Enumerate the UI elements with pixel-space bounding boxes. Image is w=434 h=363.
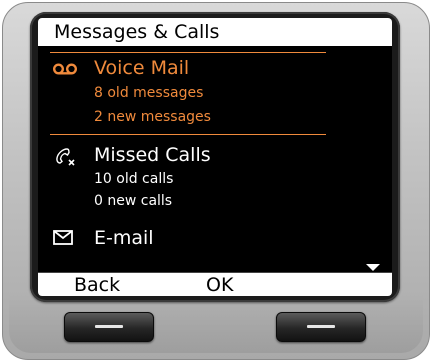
email-title: E-mail	[94, 227, 154, 249]
voicemail-icon	[52, 58, 78, 78]
list-item-email[interactable]: E-mail	[38, 227, 392, 270]
missed-call-icon	[52, 146, 78, 166]
voicemail-old-count: 8 old messages	[94, 85, 204, 101]
softkey-ok[interactable]: OK	[206, 273, 233, 296]
page-title: Messages & Calls	[54, 21, 220, 43]
title-bar: Messages & Calls	[38, 18, 392, 46]
missed-calls-old-count: 10 old calls	[94, 171, 174, 187]
envelope-icon	[52, 228, 78, 248]
softkey-bar: Back OK	[38, 272, 392, 296]
softkey-back[interactable]: Back	[74, 273, 120, 296]
missed-calls-title: Missed Calls	[94, 144, 211, 166]
display-screen: Messages & Calls Voice Mail 8 old messag…	[38, 18, 392, 296]
voicemail-title: Voice Mail	[94, 57, 190, 79]
divider-bottom	[50, 134, 326, 135]
missed-calls-new-count: 0 new calls	[94, 193, 173, 209]
right-hardware-button[interactable]	[276, 312, 366, 342]
list-item-voicemail[interactable]: Voice Mail 8 old messages 2 new messages	[38, 52, 392, 160]
voicemail-new-count: 2 new messages	[94, 109, 211, 125]
left-hardware-button[interactable]	[64, 312, 154, 342]
scroll-down-arrow-icon[interactable]	[366, 264, 380, 271]
list-item-missed-calls[interactable]: Missed Calls 10 old calls 0 new calls	[38, 144, 392, 240]
divider-top	[50, 52, 326, 53]
